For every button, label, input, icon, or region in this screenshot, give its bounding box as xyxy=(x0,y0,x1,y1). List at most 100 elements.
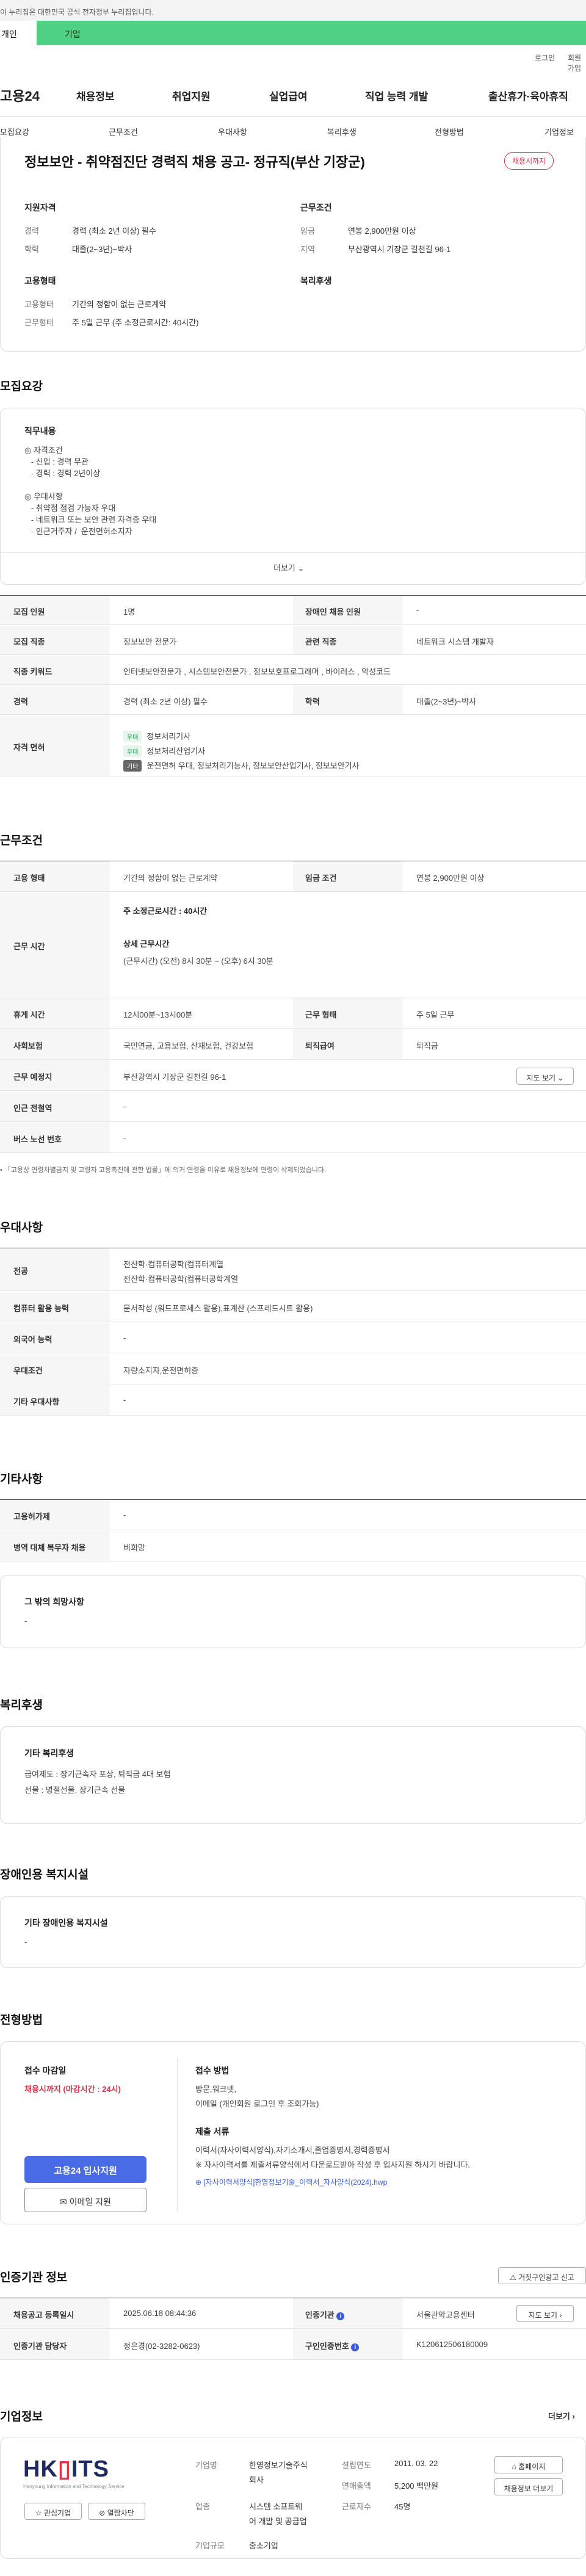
duty-line: ◎ 우대사항 xyxy=(24,492,63,501)
gnb-leave[interactable]: 출산휴가·육아휴직 xyxy=(488,88,568,103)
gov-notice: 이 누리집은 대한민국 공식 전자정부 누리집입니다. xyxy=(0,0,586,21)
qual-label: 지원자격 xyxy=(24,203,56,212)
gov-notice-text: 이 누리집은 대한민국 공식 전자정부 누리집입니다. xyxy=(0,8,154,16)
resume-file-link[interactable]: ⊕ [자사이력서양식]한영정보기술_이력서_자사양식(2024).hwp xyxy=(195,2177,387,2187)
company-more-link[interactable]: 더보기 › xyxy=(548,2410,575,2422)
hope-value: - xyxy=(24,1616,27,1626)
apply-button[interactable]: 고용24 입사지원 xyxy=(24,2156,146,2183)
duty-line: - 신입 : 경력 무관 xyxy=(24,457,89,466)
docs-value: 이력서(자사이력서양식),자기소개서,졸업증명서,경력증명서 xyxy=(195,2146,390,2155)
company-biz-value: 시스템 소프트웨 xyxy=(249,2502,303,2511)
alert-icon: ⚠ xyxy=(510,2273,516,2282)
table-row: 모집 인원 1명 장애인 채용 인원 - xyxy=(0,596,586,625)
area-key: 지역 xyxy=(300,245,315,254)
table-row: 컴퓨터 활용 능력 문서작성 (워드프로세스 활용),표계산 (스프레드시트 활… xyxy=(0,1292,586,1322)
login-link[interactable]: 로그인 xyxy=(535,52,555,63)
worktype-key: 근무형태 xyxy=(24,318,54,327)
career-value: 경력 (최소 2년 이상) 필수 xyxy=(72,226,156,236)
company-logo-sub: Hanyoung Information and Technology Serv… xyxy=(23,2484,125,2489)
company-sales-key: 연매출액 xyxy=(342,2481,371,2491)
subnav-apply[interactable]: 전형방법 xyxy=(435,126,464,137)
info-icon[interactable]: i xyxy=(336,2312,345,2320)
block-company-button[interactable]: ⊘ 열람차단 xyxy=(88,2503,145,2520)
table-row: 직종 키워드 인터넷보안전문가 , 시스템보안전문가 , 정보보호프로그래머 ,… xyxy=(0,656,586,685)
license-name: 정보처리산업기사 xyxy=(146,747,206,756)
table-row: 모집 직종 정보보안 전문가 관련 직종 네트워크 시스템 개발자 xyxy=(0,626,586,655)
info-icon[interactable]: i xyxy=(351,2343,360,2351)
company-biz-value: 어 개발 및 공급업 xyxy=(249,2517,307,2526)
subnav-work[interactable]: 근무조건 xyxy=(109,126,138,137)
facility-value: - xyxy=(24,1937,27,1947)
table-row: 버스 노선 번호 - xyxy=(0,1123,586,1153)
license-chip: 우대 xyxy=(123,745,142,757)
facility-label: 기타 장애인용 복지시설 xyxy=(24,1918,108,1928)
table-row: 고용허가제 - xyxy=(0,1500,586,1530)
favorite-company-button[interactable]: ☆ 관심기업 xyxy=(24,2503,82,2520)
welfare-line: 급여제도 : 장기근속자 포상, 퇴직금 4대 보험 xyxy=(24,1770,171,1779)
tab-personal[interactable]: 개인 xyxy=(0,21,37,45)
table-row: 인근 전철역 - xyxy=(0,1091,586,1122)
report-ad-button[interactable]: ⚠ 거짓구인광고 신고 xyxy=(498,2267,586,2284)
deadline-badge: 채용시까지 xyxy=(504,152,554,170)
cond-label: 근무조건 xyxy=(300,203,332,212)
duty-more-button[interactable]: 더보기 ⌄ xyxy=(273,562,304,573)
hope-label: 그 밖의 희망사항 xyxy=(24,1597,84,1607)
etc-section-title: 기타사항 xyxy=(0,1473,43,1486)
weekly-hours: 주 소정근로시간 : 40시간 xyxy=(123,906,208,916)
company-jobs-button[interactable]: 채용정보 더보기 xyxy=(494,2478,563,2495)
table-row: 우대조건 자량소지자,운전면허증 xyxy=(0,1354,586,1384)
subnav-recruit[interactable]: 모집요강 xyxy=(0,126,29,137)
cert-map-button[interactable]: 지도 보기 › xyxy=(516,2305,574,2322)
duty-line: ◎ 자격조건 xyxy=(24,446,63,455)
subnav-pref[interactable]: 우대사항 xyxy=(218,126,247,137)
edu-value: 대졸(2~3년)~박사 xyxy=(72,245,132,254)
table-row: 채용공고 등록일시 2025.06.18 08:44:36 인증기관 i 서울관… xyxy=(0,2298,586,2329)
wage-key: 임금 xyxy=(300,226,315,236)
gnb-training[interactable]: 직업 능력 개발 xyxy=(365,88,428,103)
duty-line: - 취약점 점검 가능자 우대 xyxy=(24,504,116,513)
table-row: 병역 대체 복무자 채용 비희망 xyxy=(0,1531,586,1561)
home-icon: ⌂ xyxy=(512,2462,516,2471)
email-apply-button[interactable]: ✉ 이메일 지원 xyxy=(24,2188,146,2212)
duty-line: - 네트워크 또는 보안 관련 자격증 우대 xyxy=(24,515,157,524)
welfare-etc-label: 기타 복리후생 xyxy=(24,1748,74,1758)
chevron-down-icon: ⌄ xyxy=(297,563,305,573)
hope-card xyxy=(0,1575,586,1648)
table-row: 외국어 능력 - xyxy=(0,1323,586,1353)
site-logo[interactable]: 고용24 xyxy=(0,85,40,105)
company-est-value: 2011. 03. 22 xyxy=(394,2459,438,2468)
work-map-button[interactable]: 지도 보기 ⌄ xyxy=(516,1068,574,1085)
gnb-support[interactable]: 취업지원 xyxy=(172,88,211,103)
star-icon: ☆ xyxy=(35,2509,42,2517)
company-name-value: 한영정보기술주식 xyxy=(249,2461,308,2470)
pref-section-title: 우대사항 xyxy=(0,1221,43,1234)
subnav-welfare[interactable]: 복리후생 xyxy=(327,126,356,137)
work-section-title: 근무조건 xyxy=(0,834,43,847)
divider xyxy=(177,2058,178,2211)
emptype-key: 고용형태 xyxy=(24,300,54,309)
chevron-down-icon: ⌄ xyxy=(557,1074,564,1082)
table-row: 경력 경력 (최소 2년 이상) 필수 학력 대졸(2~3년)~박사 xyxy=(0,686,586,715)
welfare-line: 선물 : 명절선물, 장기근속 선물 xyxy=(24,1785,126,1795)
license-name: 운전면허 우대, 정보처리기능사, 정보보안산업기사, 정보보안기사 xyxy=(146,761,360,770)
method-value: 방문,워크넷, xyxy=(195,2085,237,2094)
gnb-jobs[interactable]: 채용정보 xyxy=(76,88,115,103)
apply-section-title: 전형방법 xyxy=(0,2014,43,2027)
method-label: 접수 방법 xyxy=(195,2066,230,2075)
area-value: 부산광역시 기장군 길천길 96-1 xyxy=(348,245,451,254)
company-name-value: 회사 xyxy=(249,2475,264,2484)
tab-company[interactable]: 기업 xyxy=(65,28,81,40)
company-emp-value: 45명 xyxy=(394,2502,411,2511)
gnb-unemployment[interactable]: 실업급여 xyxy=(269,88,308,103)
table-row: 고용 형태 기간의 정함이 없는 근로계약 임금 조건 연봉 2,900만원 이… xyxy=(0,861,586,892)
license-chip: 기타 xyxy=(123,760,142,772)
homepage-button[interactable]: ⌂ 홈페이지 xyxy=(494,2456,563,2473)
recruit-section-title: 모집요강 xyxy=(0,380,43,393)
subnav-company[interactable]: 기업정보 xyxy=(544,126,574,137)
method-value: 이메일 (개인회원 로그인 후 조회가능) xyxy=(195,2099,319,2108)
company-size-value: 중소기업 xyxy=(249,2541,278,2550)
license-name: 정보처리기사 xyxy=(146,732,191,741)
docs-label: 제출 서류 xyxy=(195,2127,230,2136)
signup-link[interactable]: 회원가입 xyxy=(568,52,586,73)
divider xyxy=(1,552,585,553)
